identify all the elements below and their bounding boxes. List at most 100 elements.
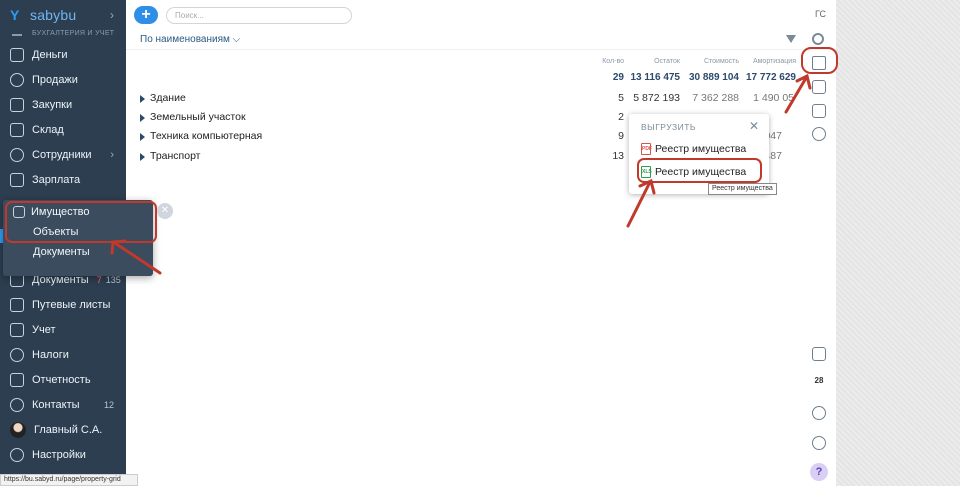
right-toolbar: 28 <box>808 0 830 486</box>
note-icon[interactable] <box>812 347 826 361</box>
export-item-label: Реестр имущества <box>655 166 747 178</box>
table-header: Кол-во Остаток Стоимость Амортизация <box>126 58 836 68</box>
sidebar-item-label: Путевые листы <box>32 298 111 311</box>
sidebar-item-waybills[interactable]: Путевые листы <box>0 292 126 317</box>
warehouse-icon <box>10 122 24 137</box>
column-header-amort: Амортизация <box>752 58 796 65</box>
sidebar-item-employees[interactable]: Сотрудники › <box>0 142 126 167</box>
sidebar-item-settings[interactable]: Настройки <box>0 442 126 467</box>
logo-row[interactable]: Y sabybu › <box>0 0 126 30</box>
export-excel-button[interactable]: XLS Реестр имущества <box>641 165 746 179</box>
row-cost: 7 362 288 <box>692 92 739 104</box>
documents-count: 7 135 <box>97 275 121 285</box>
phone-icon[interactable] <box>812 406 826 420</box>
row-name: Здание <box>150 92 186 104</box>
expand-triangle-icon[interactable] <box>140 153 145 161</box>
waybills-icon <box>10 297 24 312</box>
background-texture <box>836 0 960 486</box>
row-name: Земельный участок <box>150 111 246 123</box>
reports-icon <box>10 372 24 387</box>
tooltip: Реестр имущества <box>708 183 777 195</box>
expand-triangle-icon[interactable] <box>140 95 145 103</box>
export-pdf-button[interactable]: PDF Реестр имущества <box>641 142 746 156</box>
expand-triangle-icon[interactable] <box>140 114 145 122</box>
top-bar: + Поиск... ГС <box>126 0 836 30</box>
column-header-cost: Стоимость <box>703 58 739 65</box>
gear-icon <box>10 447 24 462</box>
table-totals: 29 13 116 475 30 889 104 17 772 629 <box>126 72 836 84</box>
close-icon[interactable]: ✕ <box>157 203 173 219</box>
export-popup: ВЫГРУЗИТЬ ✕ PDF Реестр имущества XLS Рее… <box>629 114 769 194</box>
main-content: + Поиск... ГС По наименованиям ⌵ Кол-во … <box>126 0 836 486</box>
submenu-item-documents[interactable]: Документы <box>3 242 153 262</box>
submenu-item-objects[interactable]: Объекты <box>3 222 153 242</box>
close-icon[interactable]: ✕ <box>749 119 759 133</box>
brand-name: sabybu <box>30 7 77 23</box>
sidebar-item-warehouse[interactable]: Склад <box>0 117 126 142</box>
printer-icon[interactable] <box>812 80 826 94</box>
logo-icon: Y <box>10 7 20 23</box>
chat-icon[interactable] <box>812 436 826 450</box>
sidebar-item-salary[interactable]: Зарплата <box>0 167 126 192</box>
taxes-icon <box>10 347 24 362</box>
sidebar-item-sales[interactable]: Продажи <box>0 67 126 92</box>
search-input[interactable]: Поиск... <box>166 7 352 24</box>
sidebar-item-reports[interactable]: Отчетность <box>0 367 126 392</box>
upload-icon[interactable] <box>812 56 826 70</box>
pdf-file-icon: PDF <box>641 143 652 155</box>
salary-icon <box>10 172 24 187</box>
row-name: Техника компьютерная <box>150 130 263 142</box>
property-icon <box>13 206 25 218</box>
sidebar-item-label: Сотрудники <box>32 148 92 161</box>
submenu-header-label: Имущество <box>31 206 90 218</box>
money-icon <box>10 47 24 62</box>
sidebar-item-taxes[interactable]: Налоги <box>0 342 126 367</box>
row-qty: 2 <box>618 111 624 123</box>
checklist-icon[interactable] <box>812 104 826 118</box>
contacts-count: 12 <box>103 399 114 410</box>
link-icon[interactable] <box>812 127 826 141</box>
sidebar-item-label: Отчетность <box>32 373 91 386</box>
toolbar: По наименованиям ⌵ <box>126 30 836 50</box>
calendar-icon[interactable]: 28 <box>808 376 830 385</box>
submenu-item-label: Объекты <box>33 226 79 238</box>
total-qty: 29 <box>612 72 624 83</box>
column-header-rest: Остаток <box>654 58 680 65</box>
excel-file-icon: XLS <box>641 166 652 178</box>
total-cost: 30 889 104 <box>688 72 739 83</box>
sidebar-item-label: Зарплата <box>32 173 81 186</box>
contacts-icon <box>10 397 24 412</box>
chevron-right-icon[interactable]: › <box>110 8 114 22</box>
total-rest: 13 116 475 <box>630 72 681 83</box>
row-amort: 1 490 05 <box>753 92 794 104</box>
submenu-header-property[interactable]: Имущество <box>3 202 153 222</box>
help-icon[interactable]: ? <box>810 463 828 481</box>
sidebar-item-label: Главный С.А. <box>34 423 103 436</box>
sidebar-item-label: Закупки <box>32 98 73 111</box>
sidebar-item-money[interactable]: Деньги <box>0 42 126 67</box>
sidebar-item-label: Налоги <box>32 348 69 361</box>
sidebar-item-label: Настройки <box>32 448 86 461</box>
sidebar-item-purchases[interactable]: Закупки <box>0 92 126 117</box>
avatar <box>10 421 26 438</box>
filter-icon[interactable] <box>786 35 796 45</box>
sidebar-item-label: Продажи <box>32 73 78 86</box>
sidebar-item-contacts[interactable]: Контакты 12 <box>0 392 126 417</box>
purchases-icon <box>10 97 24 112</box>
employees-icon <box>10 147 24 162</box>
sidebar-item-label: Деньги <box>32 48 68 61</box>
expand-triangle-icon[interactable] <box>140 133 145 141</box>
sort-dropdown[interactable]: По наименованиям ⌵ <box>140 34 240 45</box>
table-row[interactable]: Здание 5 5 872 193 7 362 288 1 490 05 <box>140 92 830 108</box>
column-header-qty: Кол-во <box>602 58 624 65</box>
row-qty: 5 <box>618 92 624 104</box>
sidebar-item-accounting[interactable]: Учет <box>0 317 126 342</box>
row-name: Транспорт <box>150 150 201 162</box>
section-caption: БУХГАЛТЕРИЯ И УЧЕТ <box>0 30 126 42</box>
documents-total-count: 135 <box>105 274 121 285</box>
sidebar-item-profile[interactable]: Главный С.А. <box>0 417 126 442</box>
sidebar-item-label: Контакты <box>32 398 80 411</box>
add-button[interactable]: + <box>134 6 158 24</box>
property-submenu: Имущество Объекты Документы <box>3 200 153 276</box>
row-qty: 9 <box>618 130 624 142</box>
